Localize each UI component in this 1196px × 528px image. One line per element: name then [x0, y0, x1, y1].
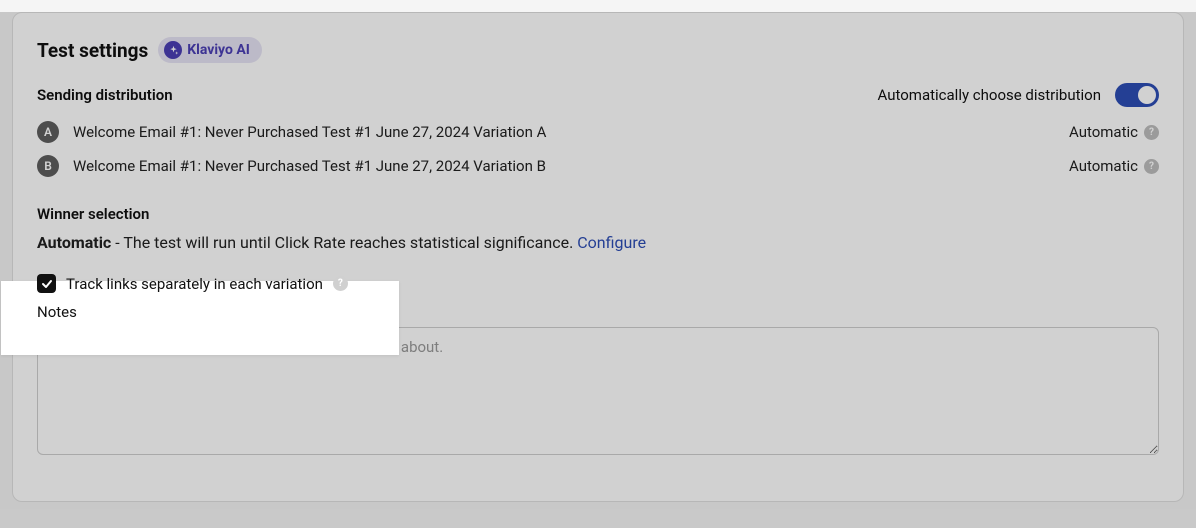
test-settings-card: Test settings Klaviyo AI Sending distrib…: [12, 12, 1184, 502]
page-title: Test settings: [37, 39, 148, 62]
winner-desc-text: - The test will run until Click Rate rea…: [111, 233, 577, 252]
winner-selection-section: Winner selection Automatic - The test wi…: [37, 205, 1159, 252]
variation-badge-b: B: [37, 155, 59, 177]
variation-row-b: B Welcome Email #1: Never Purchased Test…: [37, 155, 1159, 177]
auto-choose-toggle[interactable]: [1115, 83, 1159, 107]
variation-left: A Welcome Email #1: Never Purchased Test…: [37, 121, 546, 143]
notes-label: Notes: [37, 303, 1159, 321]
track-links-checkbox[interactable]: [37, 274, 56, 293]
help-icon[interactable]: ?: [1144, 159, 1159, 174]
sending-distribution-label: Sending distribution: [37, 86, 173, 104]
ai-badge-label: Klaviyo AI: [187, 42, 250, 58]
variation-mode-a: Automatic: [1069, 123, 1138, 141]
variation-left: B Welcome Email #1: Never Purchased Test…: [37, 155, 546, 177]
klaviyo-ai-badge[interactable]: Klaviyo AI: [158, 37, 262, 63]
sparkle-icon: [164, 41, 182, 59]
help-icon[interactable]: ?: [1144, 125, 1159, 140]
variation-row-a: A Welcome Email #1: Never Purchased Test…: [37, 121, 1159, 143]
variation-name-b: Welcome Email #1: Never Purchased Test #…: [73, 157, 546, 175]
sending-distribution-header: Sending distribution Automatically choos…: [37, 83, 1159, 107]
auto-choose-label: Automatically choose distribution: [878, 86, 1102, 104]
variation-right: Automatic ?: [1069, 123, 1159, 141]
notes-textarea[interactable]: [37, 327, 1159, 455]
toggle-knob: [1138, 86, 1156, 104]
header-row: Test settings Klaviyo AI: [37, 37, 1159, 63]
auto-choose-distribution: Automatically choose distribution: [878, 83, 1160, 107]
configure-link[interactable]: Configure: [577, 233, 646, 252]
variation-right: Automatic ?: [1069, 157, 1159, 175]
winner-selection-description: Automatic - The test will run until Clic…: [37, 233, 1159, 252]
variation-mode-b: Automatic: [1069, 157, 1138, 175]
track-links-row: Track links separately in each variation…: [37, 274, 1159, 293]
help-icon[interactable]: ?: [333, 276, 348, 291]
variation-badge-a: A: [37, 121, 59, 143]
track-links-label: Track links separately in each variation: [66, 275, 323, 293]
winner-selection-label: Winner selection: [37, 205, 1159, 223]
variation-name-a: Welcome Email #1: Never Purchased Test #…: [73, 123, 546, 141]
winner-mode: Automatic: [37, 233, 111, 252]
